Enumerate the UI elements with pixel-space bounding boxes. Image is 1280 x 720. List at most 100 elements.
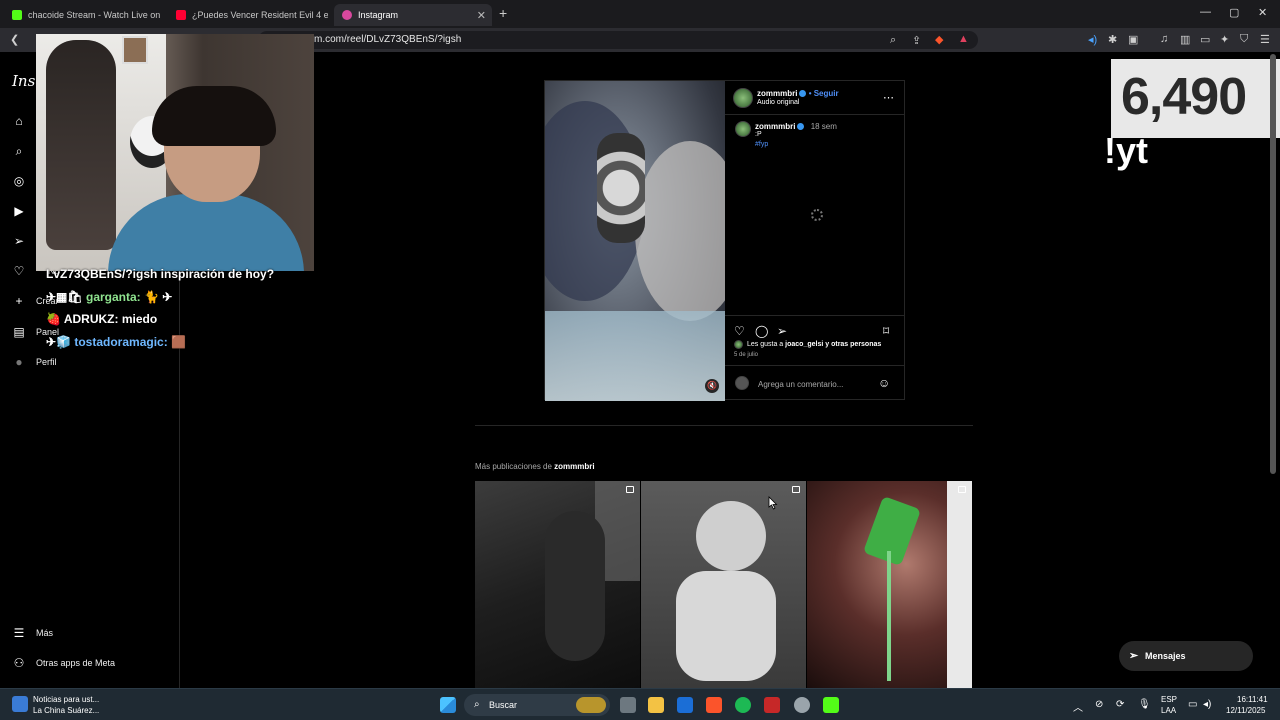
language-code[interactable]: ESP [1161,695,1177,704]
verified-badge-icon [799,90,807,98]
new-tab-button[interactable]: + [499,5,507,21]
more-post-thumbnail[interactable] [807,481,972,688]
brave-shield-icon[interactable]: ◆ [935,33,943,46]
bing-icon[interactable] [677,697,693,713]
more-post-thumbnail[interactable] [641,481,806,688]
page-scrollbar[interactable] [1270,54,1276,474]
microphone-icon[interactable]: 🎙 [1138,699,1151,710]
windows-start-icon[interactable] [440,697,456,713]
sidebar-icon[interactable]: ▥ [1180,33,1190,46]
bookmark-icon[interactable]: ⌑ [883,324,889,338]
tray-hidden-icon[interactable]: ⊘ [1095,699,1103,710]
back-icon[interactable]: ❮ [10,33,19,46]
news-subtitle[interactable]: La China Suárez... [33,706,99,715]
volume-icon[interactable]: ◂) [1203,699,1211,710]
maximize-button[interactable]: ▢ [1229,6,1239,19]
chat-message: 🍓 ADRUKZ: miedo [46,312,157,326]
nav-messages[interactable]: ➢ [12,234,36,248]
audio-label[interactable]: Audio original [757,99,799,106]
like-heart-icon[interactable]: ♡ [734,324,745,338]
clock-date[interactable]: 12/11/2025 [1226,706,1265,715]
share-send-icon[interactable]: ➢ [777,324,787,338]
media-icon[interactable]: ♫ [1160,33,1168,45]
nav-more[interactable]: ☰ Más [12,626,53,640]
nav-profile[interactable]: ● Perfil [12,355,56,369]
tab-kick-stream[interactable]: chacoide Stream - Watch Live on [4,4,164,26]
author-username[interactable]: zommmbri [757,89,797,98]
chat-message: ✈▦🛍 garganta: 🐈 ✈ [46,290,172,304]
caption-age: 18 sem [810,122,837,131]
nav-explore[interactable]: ◎ [12,174,36,188]
emoji-icon[interactable]: ☺ [878,376,890,390]
nav-label: Más [36,628,54,638]
leo-ai-icon[interactable]: ✦ [1220,33,1229,46]
hashtag-link[interactable]: #fyp [755,141,768,148]
tab-youtube-video[interactable]: ¿Puedes Vencer Resident Evil 4 en la [168,4,328,26]
minimize-button[interactable]: — [1200,6,1211,18]
messages-button[interactable]: ➢ Mensajes [1119,641,1253,671]
create-icon: + [15,294,23,308]
clock-time[interactable]: 16:11:41 [1237,695,1268,704]
likes-summary[interactable]: Les gusta a joaco_gelsi y otras personas [747,341,881,348]
counter-value: 6,490 [1121,68,1247,126]
taskbar-search[interactable]: ⌕ Buscar [464,694,610,716]
wall-picture [122,36,148,64]
url-text: m.com/reel/DLvZ73QBEnS/?igsh [314,34,462,45]
reel-video[interactable]: 🔇 [545,81,725,401]
meta-apps-icon: ⚇ [13,656,25,670]
spotify-icon[interactable] [735,697,751,713]
my-avatar [735,376,749,390]
post-details-panel: zommmbri • Seguir Audio original ⋯ zommm… [725,81,905,399]
nav-search[interactable]: ⌕ [12,144,36,159]
caption-text: :P [755,131,762,138]
messages-label: Mensajes [1145,651,1186,661]
author-avatar[interactable] [733,88,753,108]
reader-icon[interactable]: ▣ [1128,33,1138,46]
brave-rewards-icon[interactable]: ▲ [958,33,969,45]
header-divider [725,114,905,115]
vpn-icon[interactable]: ⛉ [1240,33,1248,46]
tray-chevron-icon[interactable]: ︿ [1073,699,1083,714]
tray-sync-icon[interactable]: ⟳ [1116,699,1124,710]
menu-icon[interactable]: ☰ [1260,33,1270,46]
likes-user: joaco_gelsi [785,341,824,348]
mute-icon[interactable]: 🔇 [705,379,719,393]
caption-username[interactable]: zommmbri [755,122,795,131]
task-view-icon[interactable] [620,697,636,713]
nav-reels[interactable]: ▶ [12,204,36,218]
keyboard-layout[interactable]: LAA [1161,706,1176,715]
kick-app-icon[interactable] [823,697,839,713]
extensions-icon[interactable]: ✱ [1108,33,1117,46]
more-posts-user[interactable]: zommmbri [554,462,594,471]
windows-taskbar: Noticias para ust... La China Suárez... … [0,688,1280,720]
close-tab-icon[interactable]: ✕ [477,9,486,22]
chat-badges: ✈🧊 [46,335,71,349]
share-icon[interactable]: ⇪ [912,34,921,47]
voicemod-icon[interactable] [764,697,780,713]
chat-username: garganta: [85,290,141,304]
zoom-icon[interactable]: ⌕ [890,34,896,47]
follow-button[interactable]: • Seguir [809,89,839,98]
caption-avatar[interactable] [735,121,751,137]
tab-instagram[interactable]: Instagram ✕ [334,4,492,26]
nav-meta-apps[interactable]: ⚇ Otras apps de Meta [12,656,115,670]
obs-icon[interactable] [794,697,810,713]
thumb-chain [887,551,891,681]
reel-skin-shape [635,141,725,321]
comment-icon[interactable]: ◯ [755,324,768,338]
close-window-button[interactable]: ✕ [1258,6,1267,19]
weather-news-icon[interactable] [12,696,28,712]
multi-post-icon [792,486,800,493]
wallet-icon[interactable]: ▭ [1200,33,1210,46]
file-explorer-icon[interactable] [648,697,664,713]
more-options-icon[interactable]: ⋯ [883,91,894,104]
nav-home[interactable]: ⌂ [12,114,36,128]
address-bar[interactable]: m.com/reel/DLvZ73QBEnS/?igsh ⌕ ⇪ ◆ ▲ [258,31,978,49]
news-title[interactable]: Noticias para ust... [33,695,99,704]
comment-input[interactable]: Agrega un comentario... [758,380,843,389]
network-icon[interactable]: ▭ [1188,699,1197,710]
audio-playing-icon[interactable]: ◂) [1088,33,1097,46]
search-highlight-icon [576,697,606,713]
brave-browser-icon[interactable] [706,697,722,713]
more-post-thumbnail[interactable] [475,481,640,688]
